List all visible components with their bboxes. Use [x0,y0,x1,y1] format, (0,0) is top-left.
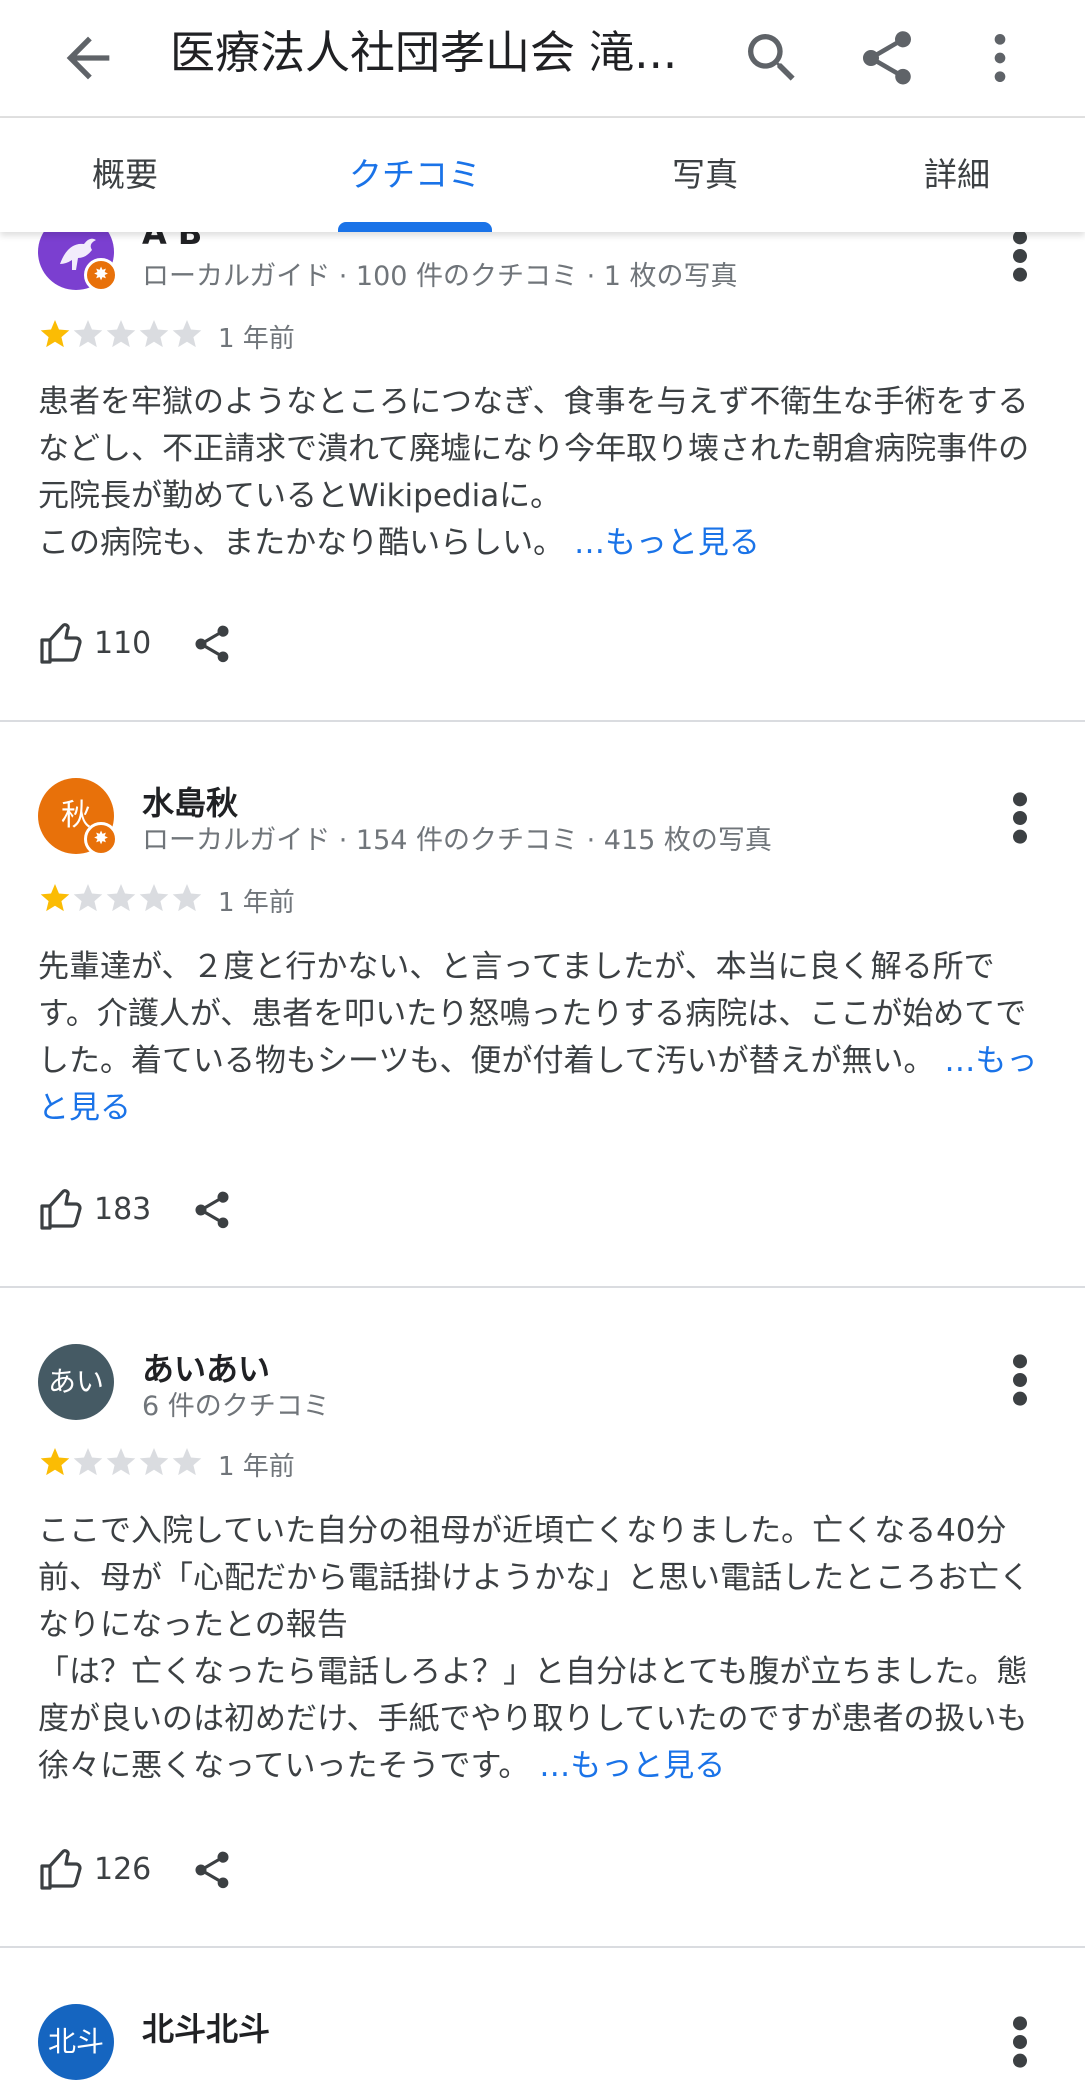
share-icon[interactable] [190,1846,234,1894]
local-guide-badge-icon: ✸ [84,258,118,292]
more-link[interactable]: …もっと見る [539,1748,725,1784]
page-title: 医療法人社団孝山会 滝... [170,26,678,79]
tab-photos[interactable]: 写真 [620,118,790,232]
star-filled-icon [40,320,70,348]
star-empty-icon [73,884,103,912]
star-empty-icon [172,320,202,348]
review-time: 1 年前 [218,888,295,918]
thumb-up-icon[interactable] [38,620,86,668]
avatar[interactable]: 北斗 [38,2004,114,2080]
star-filled-icon [40,884,70,912]
review-body: 患者を牢獄のようなところにつなぎ、食事を与えず不衛生な手術をするなどし、不正請求… [38,384,1030,561]
tab-overview[interactable]: 概要 [40,118,210,232]
reviewer-meta: ローカルガイド · 100 件のクチコミ · 1 枚の写真 [142,261,738,292]
tab-active-indicator [338,222,492,232]
review-text: 患者を牢獄のようなところにつなぎ、食事を与えず不衛生な手術をするなどし、不正請求… [38,379,1048,567]
like-count: 126 [94,1852,152,1887]
divider [0,1946,1085,1948]
star-rating [40,884,202,912]
reviewer-name[interactable]: 北斗北斗 [142,2004,270,2050]
tab-bar: 概要 クチコミ 写真 詳細 [0,118,1085,232]
share-icon[interactable] [190,1186,234,1234]
star-empty-icon [106,884,136,912]
star-empty-icon [172,1448,202,1476]
search-icon[interactable] [740,26,804,90]
tab-reviews[interactable]: クチコミ [320,118,510,232]
share-icon[interactable] [190,620,234,668]
star-empty-icon [73,320,103,348]
star-empty-icon [73,1448,103,1476]
arrow-back-icon[interactable] [56,26,120,90]
more-vert-icon[interactable] [1000,790,1040,846]
like-count: 183 [94,1192,152,1227]
thumb-up-icon[interactable] [38,1186,86,1234]
star-empty-icon [106,1448,136,1476]
thumb-up-icon[interactable] [38,1846,86,1894]
more-vert-icon[interactable] [1000,1352,1040,1408]
more-link[interactable]: …もっと見る [574,525,760,561]
like-count: 110 [94,626,152,661]
review-text: 先輩達が、２度と行かない、と言ってましたが、本当に良く解る所です。介護人が、患者… [38,944,1048,1132]
avatar[interactable]: あい [38,1344,114,1420]
star-empty-icon [139,320,169,348]
more-vert-icon[interactable] [968,26,1032,90]
star-rating [40,1448,202,1476]
review-text: ここで入院していた自分の祖母が近頃亡くなりました。亡くなる40分前、母が「心配だ… [38,1508,1048,1790]
star-rating [40,320,202,348]
star-empty-icon [139,1448,169,1476]
star-empty-icon [106,320,136,348]
more-vert-icon[interactable] [1000,2014,1040,2070]
share-icon[interactable] [855,26,919,90]
app-bar: 医療法人社団孝山会 滝... [0,0,1085,118]
local-guide-badge-icon: ✸ [84,822,118,856]
reviewer-meta: ローカルガイド · 154 件のクチコミ · 415 枚の写真 [142,825,772,856]
star-empty-icon [172,884,202,912]
review-time: 1 年前 [218,1452,295,1482]
divider [0,720,1085,722]
star-empty-icon [139,884,169,912]
more-vert-icon[interactable] [1000,228,1040,284]
review-body: 先輩達が、２度と行かない、と言ってましたが、本当に良く解る所です。介護人が、患者… [38,949,1027,1079]
divider [0,1286,1085,1288]
tab-details[interactable]: 詳細 [872,118,1042,232]
reviewer-meta: 6 件のクチコミ [142,1391,330,1422]
star-filled-icon [40,1448,70,1476]
review-body: ここで入院していた自分の祖母が近頃亡くなりました。亡くなる40分前、母が「心配だ… [38,1513,1030,1784]
review-time: 1 年前 [218,324,295,354]
